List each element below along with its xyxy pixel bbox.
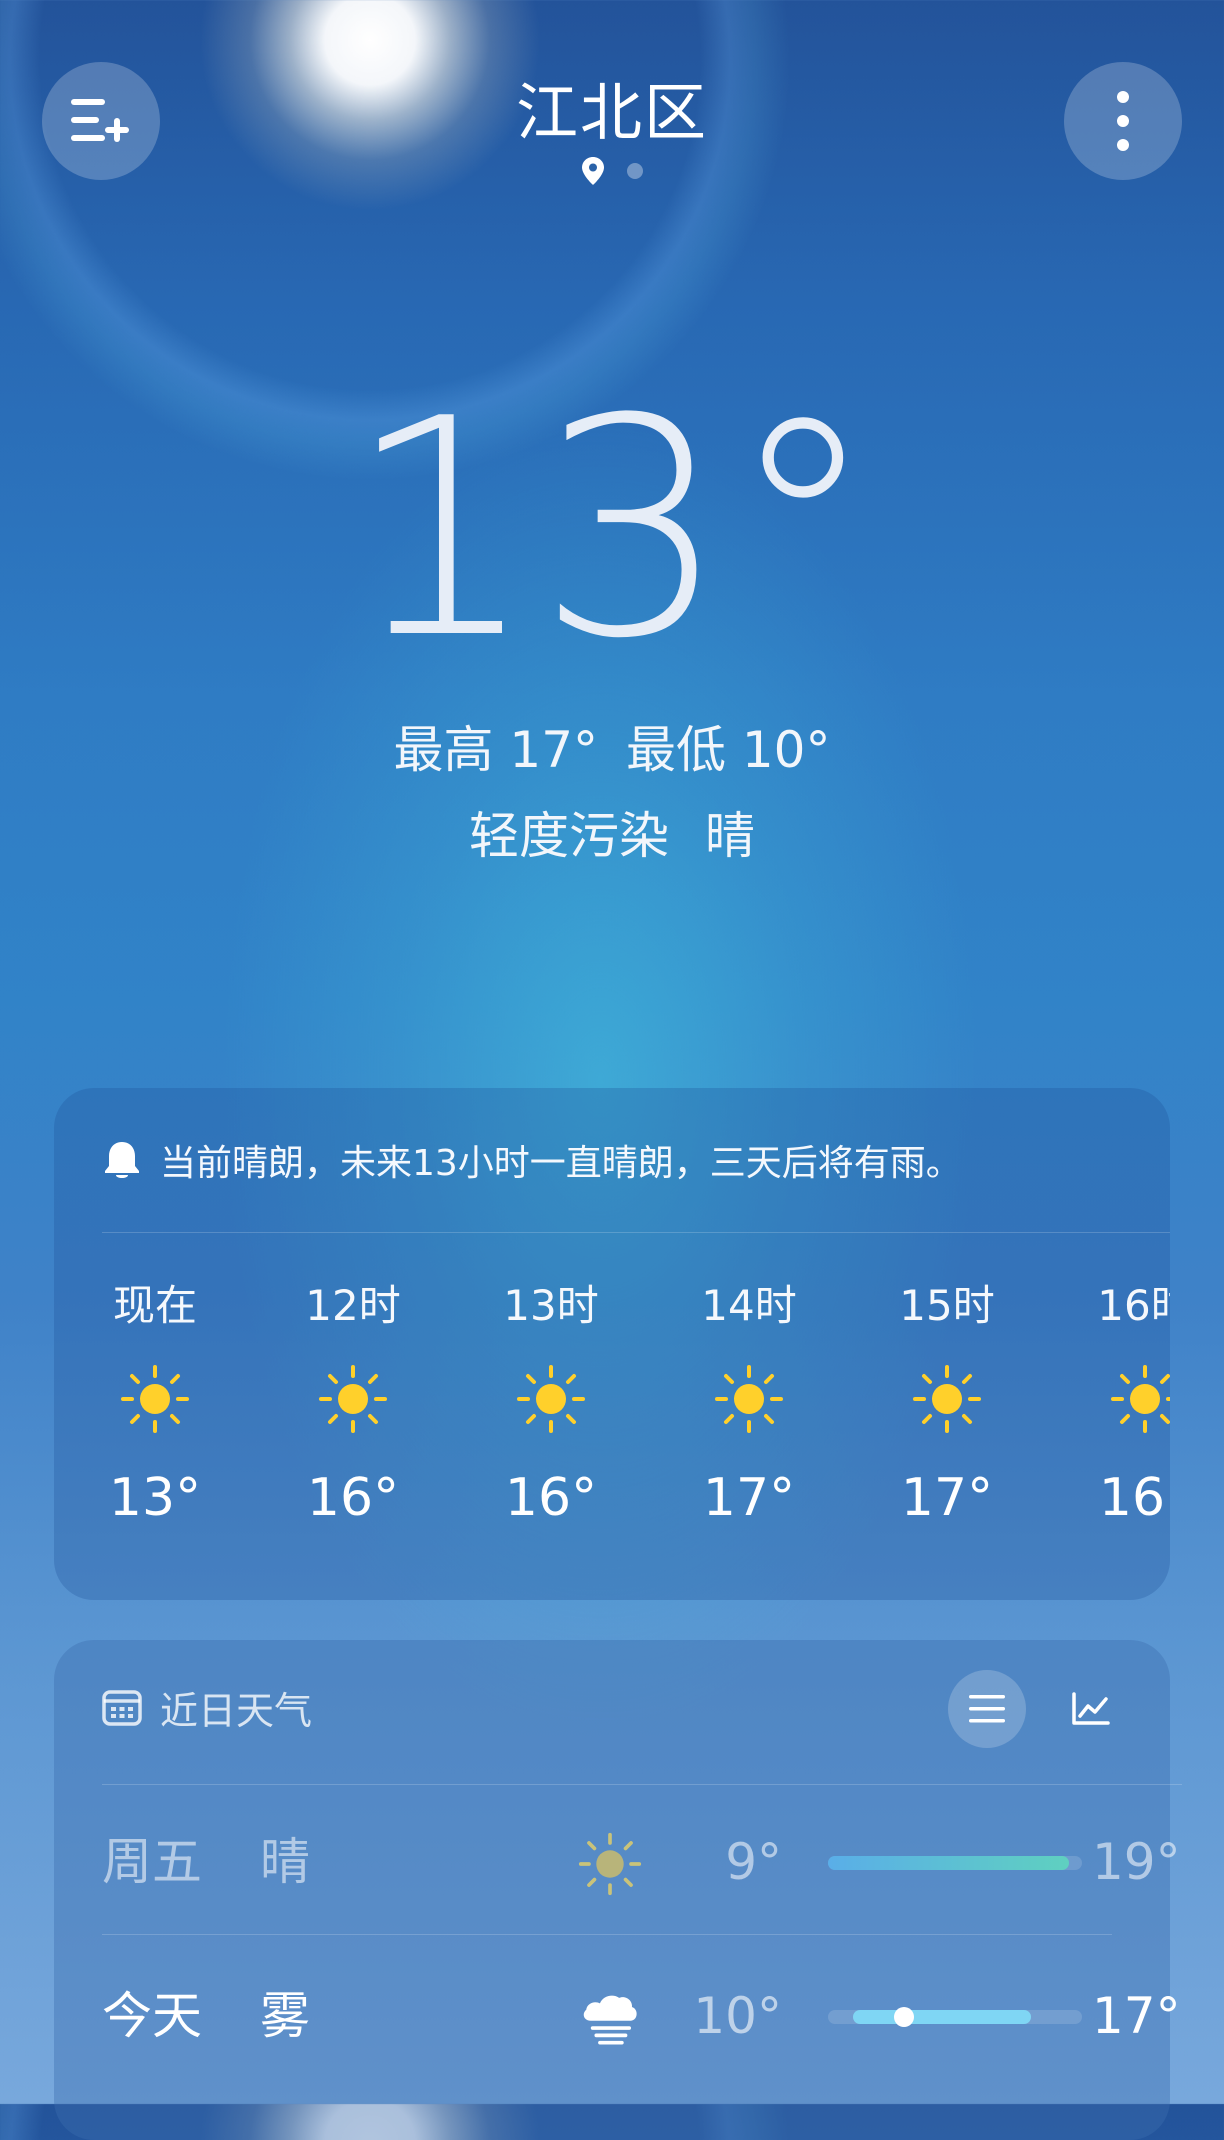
temp-range-fill xyxy=(828,1856,1070,1870)
more-vertical-icon xyxy=(1117,91,1129,151)
air-quality-label: 轻度污染 xyxy=(469,807,670,865)
current-temperature: 13° xyxy=(346,355,878,704)
hour-temp: 13° xyxy=(108,1468,202,1528)
hour-time: 14时 xyxy=(701,1281,797,1330)
current-temp-marker xyxy=(894,2007,915,2027)
high-low-temps: 最高 17° 最低 10° xyxy=(0,710,1224,782)
hour-time: 15时 xyxy=(899,1281,995,1330)
sun-icon xyxy=(319,1365,387,1433)
divider xyxy=(102,1232,1170,1233)
sun-icon xyxy=(715,1365,783,1433)
alert-text: 当前晴朗，未来13小时一直晴朗，三天后将有雨。 xyxy=(160,1143,962,1184)
condition-label: 晴 xyxy=(704,807,755,865)
page-dot[interactable] xyxy=(627,163,643,179)
hour-item: 16时 16° xyxy=(1046,1276,1170,1528)
city-title: 江北区 xyxy=(515,76,708,149)
sun-icon xyxy=(121,1365,189,1433)
hour-temp: 17° xyxy=(900,1468,994,1528)
weather-alert: 当前晴朗，未来13小时一直晴朗，三天后将有雨。 xyxy=(102,1134,962,1186)
daily-title: 近日天气 xyxy=(160,1689,313,1733)
hour-time: 16时 xyxy=(1097,1281,1170,1330)
page-indicator xyxy=(0,156,1224,186)
sun-icon xyxy=(578,1832,642,1896)
daily-header: 近日天气 xyxy=(102,1680,312,1735)
divider xyxy=(102,1934,1112,1935)
daily-row[interactable]: 今天 雾 10° 17° xyxy=(102,1966,1181,2066)
hour-item: 13时 16° xyxy=(452,1276,650,1528)
hourly-forecast-card[interactable]: 当前晴朗，未来13小时一直晴朗，三天后将有雨。 现在 13° 12时 16° 1… xyxy=(54,1088,1170,1600)
day-low-temp: 9° xyxy=(725,1833,782,1891)
air-quality-condition[interactable]: 轻度污染 晴 xyxy=(0,796,1224,868)
divider xyxy=(102,1784,1182,1785)
day-high-temp: 19° xyxy=(1092,1833,1181,1891)
list-view-button[interactable] xyxy=(948,1670,1026,1748)
temp-range-bar xyxy=(828,1856,1082,1870)
temp-range-fill xyxy=(853,2010,1032,2024)
day-condition: 晴 xyxy=(260,1833,310,1891)
day-name: 今天 xyxy=(102,1987,202,2045)
daily-forecast-card[interactable]: 近日天气 周五 晴 9° 19° 今天 雾 10° 17° xyxy=(54,1640,1182,2140)
list-view-icon xyxy=(969,1695,1005,1723)
more-button[interactable] xyxy=(1064,62,1182,180)
hour-time: 12时 xyxy=(305,1281,401,1330)
day-condition: 雾 xyxy=(260,1987,310,2045)
hour-temp: 17° xyxy=(702,1468,796,1528)
hour-temp: 16° xyxy=(306,1468,400,1528)
hourly-strip[interactable]: 现在 13° 12时 16° 13时 16° 14时 17° 15时 17° 1… xyxy=(54,1276,1170,1576)
temp-range-bar xyxy=(828,2007,1082,2027)
daily-row[interactable]: 周五 晴 9° 19° xyxy=(102,1812,1181,1912)
chart-view-icon xyxy=(1072,1692,1110,1725)
bell-icon xyxy=(105,1142,139,1178)
high-temp: 最高 17° xyxy=(393,721,599,779)
chart-view-button[interactable] xyxy=(1052,1670,1130,1748)
sun-icon xyxy=(1111,1365,1170,1433)
hour-item: 15时 17° xyxy=(848,1276,1046,1528)
hour-item: 14时 17° xyxy=(650,1276,848,1528)
hour-time: 13时 xyxy=(503,1281,599,1330)
location-pin-icon xyxy=(582,157,604,185)
fog-icon xyxy=(583,1995,637,2045)
sun-icon xyxy=(517,1365,585,1433)
low-temp: 最低 10° xyxy=(625,721,831,779)
calendar-icon xyxy=(102,1689,142,1726)
day-name: 周五 xyxy=(102,1833,202,1891)
day-high-temp: 17° xyxy=(1092,1987,1181,2045)
hour-item: 12时 16° xyxy=(254,1276,452,1528)
hour-temp: 16° xyxy=(504,1468,598,1528)
hour-time: 现在 xyxy=(112,1281,197,1330)
sun-icon xyxy=(913,1365,981,1433)
day-low-temp: 10° xyxy=(693,1987,782,2045)
hour-temp: 16° xyxy=(1098,1468,1170,1528)
hour-item: 现在 13° xyxy=(56,1276,254,1528)
